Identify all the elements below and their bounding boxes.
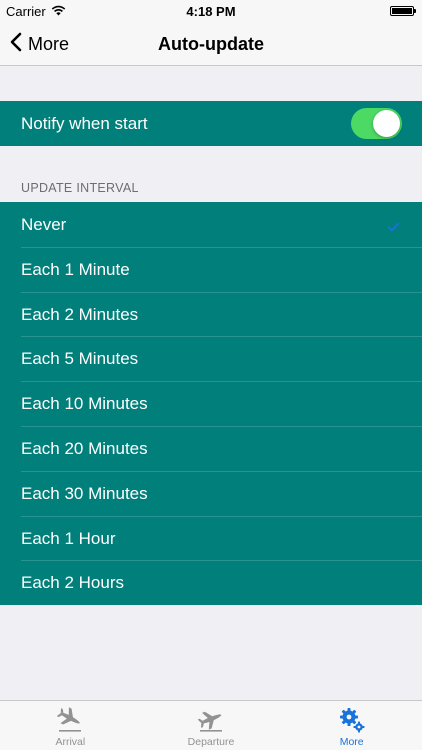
toggle-knob bbox=[373, 110, 400, 137]
interval-option-label: Never bbox=[21, 215, 67, 234]
interval-option-label: Each 1 Hour bbox=[21, 528, 116, 548]
status-time: 4:18 PM bbox=[186, 4, 236, 19]
notify-when-start-row: Notify when start bbox=[0, 101, 422, 146]
interval-option-label: Each 20 Minutes bbox=[21, 438, 148, 458]
checkmark-icon bbox=[387, 219, 400, 237]
notify-when-start-toggle[interactable] bbox=[351, 108, 402, 139]
notify-when-start-label: Notify when start bbox=[21, 114, 148, 133]
tab-arrival[interactable]: Arrival bbox=[0, 701, 141, 750]
interval-option[interactable]: Each 30 Minutes bbox=[0, 470, 422, 516]
plane-landing-icon bbox=[55, 707, 85, 733]
gears-icon bbox=[337, 707, 367, 733]
battery-icon bbox=[390, 6, 416, 16]
interval-option-label: Each 2 Hours bbox=[21, 573, 124, 593]
interval-option[interactable]: Each 2 Minutes bbox=[0, 291, 422, 337]
tab-more-label: More bbox=[339, 736, 364, 748]
interval-option-label: Each 5 Minutes bbox=[21, 349, 139, 369]
interval-option[interactable]: Each 2 Hours bbox=[0, 560, 422, 605]
interval-option[interactable]: Each 10 Minutes bbox=[0, 381, 422, 426]
interval-option[interactable]: Each 1 Hour bbox=[0, 515, 422, 561]
update-interval-header: UPDATE INTERVAL bbox=[21, 181, 139, 195]
interval-option[interactable]: Each 5 Minutes bbox=[0, 336, 422, 381]
page-title: Auto-update bbox=[158, 34, 264, 54]
battery-level bbox=[392, 8, 412, 14]
tab-more[interactable]: More bbox=[281, 701, 422, 750]
tab-bar: Arrival Departure More bbox=[0, 700, 422, 750]
tab-arrival-label: Arrival bbox=[55, 736, 86, 748]
navigation-bar: More Auto-update bbox=[0, 22, 422, 66]
interval-option-label: Each 1 Minute bbox=[21, 259, 130, 279]
status-bar: Carrier 4:18 PM bbox=[0, 0, 422, 22]
interval-option-label: Each 30 Minutes bbox=[21, 483, 148, 503]
interval-option[interactable]: Each 1 Minute bbox=[0, 246, 422, 292]
interval-option-label: Each 2 Minutes bbox=[21, 304, 139, 324]
interval-option[interactable]: Each 20 Minutes bbox=[0, 425, 422, 471]
interval-option[interactable]: Never bbox=[0, 202, 422, 247]
plane-takeoff-icon bbox=[196, 707, 226, 733]
interval-option-label: Each 10 Minutes bbox=[21, 394, 148, 414]
update-interval-list: Never Each 1 Minute Each 2 Minutes Each 5 M… bbox=[0, 202, 422, 605]
tab-departure[interactable]: Departure bbox=[141, 701, 282, 750]
tab-departure-label: Departure bbox=[187, 736, 235, 748]
